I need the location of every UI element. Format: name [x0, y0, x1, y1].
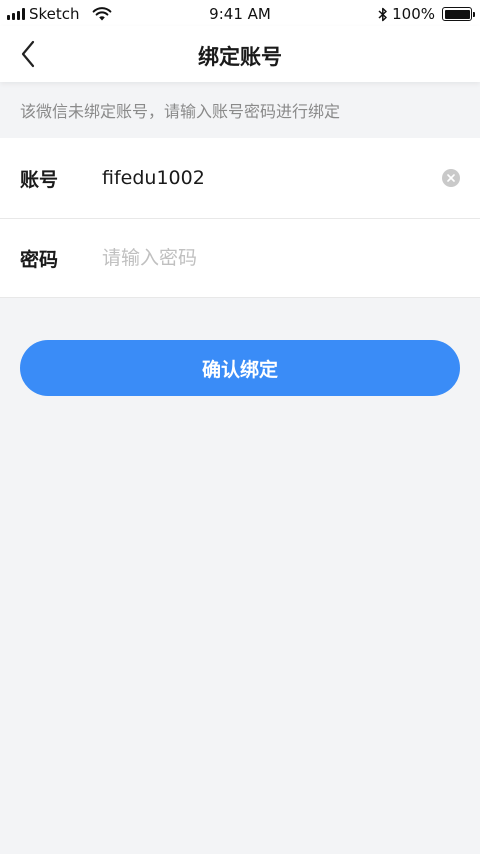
bind-hint-text: 该微信未绑定账号，请输入账号密码进行绑定	[20, 102, 341, 121]
account-label: 账号	[20, 168, 59, 191]
account-row: 账号	[0, 138, 480, 218]
battery-icon	[442, 7, 475, 21]
password-label: 密码	[20, 248, 59, 271]
confirm-bind-button[interactable]: 确认绑定	[20, 340, 460, 396]
clear-account-button[interactable]	[442, 169, 460, 187]
bluetooth-icon	[378, 7, 387, 21]
account-input[interactable]	[102, 158, 480, 198]
password-row: 密码	[0, 218, 480, 298]
bind-form: 账号 密码	[0, 138, 480, 298]
page-title: 绑定账号	[198, 45, 282, 69]
nav-bar: 绑定账号	[0, 26, 480, 82]
status-bar: Sketch 9:41 AM 100%	[0, 0, 480, 26]
close-icon	[447, 174, 455, 182]
status-right: 100%	[378, 5, 475, 23]
password-input[interactable]	[102, 238, 480, 278]
battery-percent: 100%	[392, 5, 435, 23]
